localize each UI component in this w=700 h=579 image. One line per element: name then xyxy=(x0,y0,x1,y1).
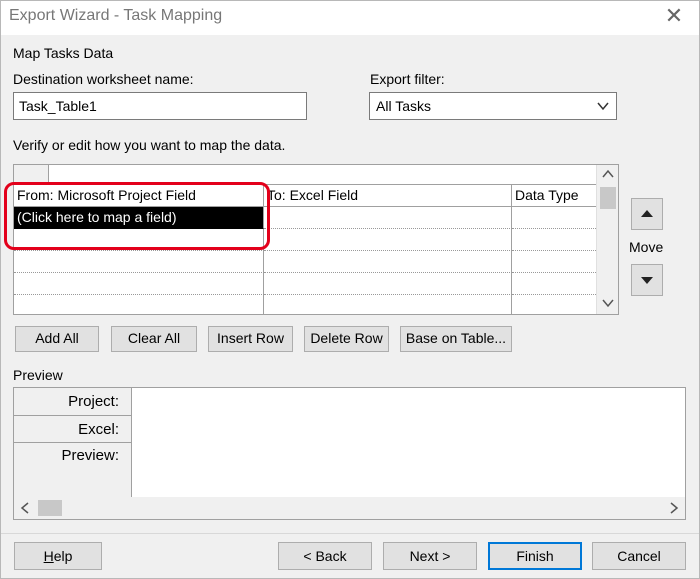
clear-all-button[interactable]: Clear All xyxy=(111,326,197,352)
table-row[interactable] xyxy=(14,251,596,273)
data-type-cell xyxy=(512,273,596,295)
scroll-down-icon[interactable] xyxy=(602,298,614,308)
grid-corner xyxy=(14,165,49,185)
from-field-cell[interactable] xyxy=(14,229,264,251)
scroll-left-icon[interactable] xyxy=(20,502,30,514)
data-type-cell xyxy=(512,295,596,314)
scrollbar-thumb[interactable] xyxy=(600,187,616,209)
from-field-cell[interactable] xyxy=(14,295,264,314)
to-field-cell[interactable] xyxy=(264,251,512,273)
close-icon[interactable]: ✕ xyxy=(659,3,689,31)
triangle-up-icon xyxy=(641,210,653,217)
export-wizard-dialog: Export Wizard - Task Mapping ✕ Map Tasks… xyxy=(0,0,700,579)
grid-instruction: Verify or edit how you want to map the d… xyxy=(13,137,286,153)
data-type-cell xyxy=(512,229,596,251)
to-field-cell[interactable] xyxy=(264,273,512,295)
window-title: Export Wizard - Task Mapping xyxy=(9,7,223,24)
header-data-type[interactable]: Data Type xyxy=(512,185,596,207)
preview-row-preview: Preview: xyxy=(14,443,132,497)
table-row[interactable]: (Click here to map a field) xyxy=(14,207,596,229)
move-down-button[interactable] xyxy=(631,264,663,296)
data-type-cell xyxy=(512,251,596,273)
destination-label: Destination worksheet name: xyxy=(13,71,194,87)
scroll-right-icon[interactable] xyxy=(669,502,679,514)
help-label-rest: elp xyxy=(53,548,73,564)
header-from-field[interactable]: From: Microsoft Project Field xyxy=(14,185,264,207)
scroll-up-icon[interactable] xyxy=(602,169,614,179)
to-field-cell[interactable] xyxy=(264,295,512,314)
export-filter-value: All Tasks xyxy=(376,98,431,114)
preview-pane: Project: Excel: Preview: xyxy=(13,387,686,520)
from-field-cell[interactable] xyxy=(14,273,264,295)
move-up-button[interactable] xyxy=(631,198,663,230)
table-row[interactable] xyxy=(14,229,596,251)
to-field-cell[interactable] xyxy=(264,207,512,229)
preview-row-project: Project: xyxy=(14,388,132,416)
mapping-grid: From: Microsoft Project Field To: Excel … xyxy=(13,164,619,315)
grid-vertical-scrollbar[interactable] xyxy=(596,165,618,314)
chevron-down-icon xyxy=(597,102,609,111)
section-title: Map Tasks Data xyxy=(13,45,114,61)
triangle-down-icon xyxy=(641,277,653,284)
from-field-cell[interactable]: (Click here to map a field) xyxy=(14,207,264,229)
header-to-field[interactable]: To: Excel Field xyxy=(264,185,512,207)
base-on-table-button[interactable]: Base on Table... xyxy=(400,326,512,352)
table-row[interactable] xyxy=(14,273,596,295)
finish-button[interactable]: Finish xyxy=(488,542,582,570)
insert-row-button[interactable]: Insert Row xyxy=(208,326,293,352)
data-type-cell xyxy=(512,207,596,229)
preview-row-excel: Excel: xyxy=(14,416,132,443)
from-field-cell[interactable] xyxy=(14,251,264,273)
to-field-cell[interactable] xyxy=(264,229,512,251)
table-row[interactable] xyxy=(14,295,596,314)
destination-worksheet-input[interactable]: Task_Table1 xyxy=(13,92,307,120)
scrollbar-thumb[interactable] xyxy=(38,500,62,516)
cancel-button[interactable]: Cancel xyxy=(592,542,686,570)
back-button[interactable]: < Back xyxy=(278,542,372,570)
delete-row-button[interactable]: Delete Row xyxy=(304,326,389,352)
export-filter-label: Export filter: xyxy=(370,71,445,87)
help-mnemonic: H xyxy=(43,548,54,564)
export-filter-select[interactable]: All Tasks xyxy=(369,92,617,120)
help-button[interactable]: Help xyxy=(14,542,102,570)
move-label: Move xyxy=(629,239,664,255)
preview-label: Preview xyxy=(13,367,63,383)
add-all-button[interactable]: Add All xyxy=(15,326,99,352)
preview-horizontal-scrollbar[interactable] xyxy=(14,497,685,519)
footer-divider xyxy=(1,533,699,534)
next-button[interactable]: Next > xyxy=(383,542,477,570)
title-bar: Export Wizard - Task Mapping ✕ xyxy=(1,1,699,35)
